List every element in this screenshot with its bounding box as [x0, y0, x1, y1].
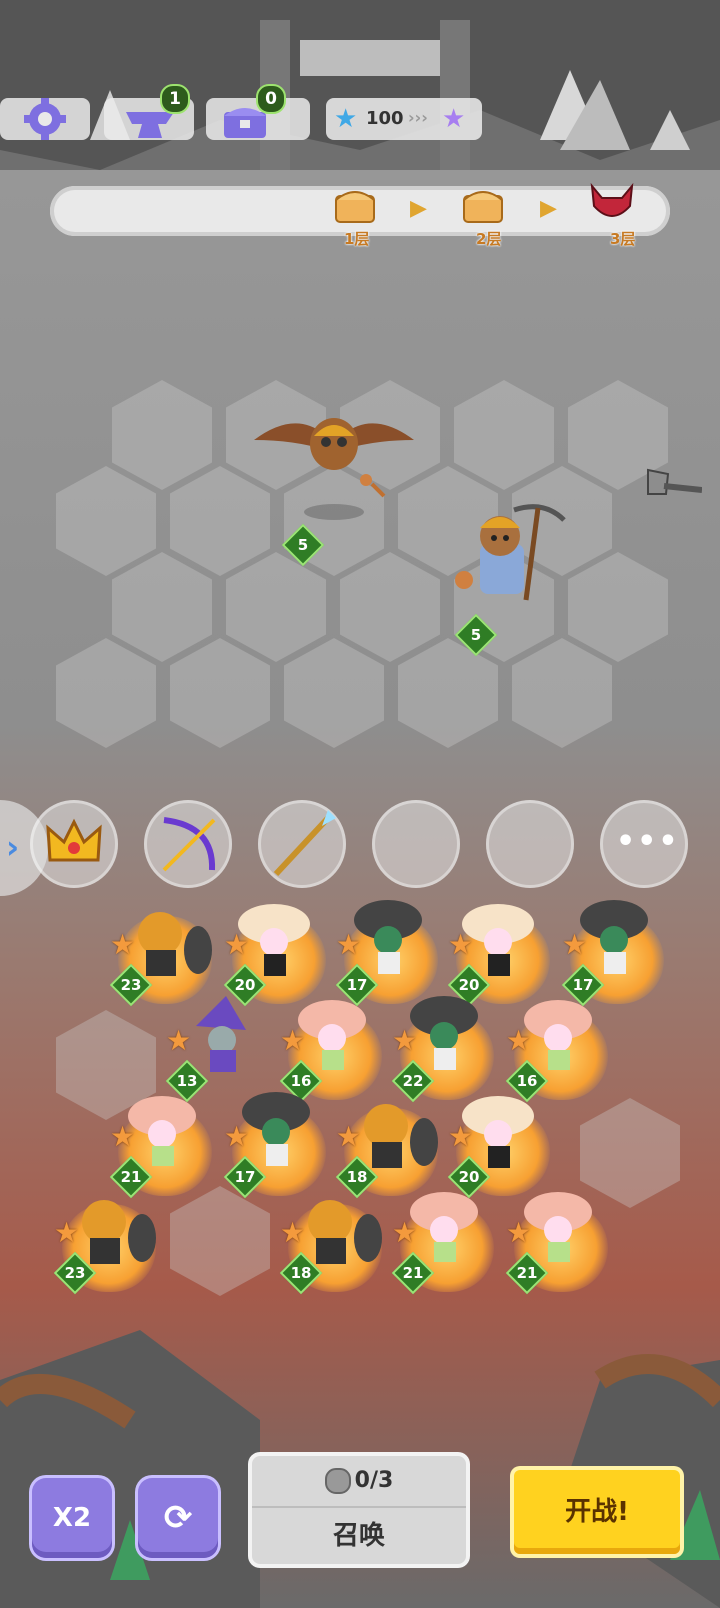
star-icon: ★: [280, 1216, 306, 1249]
floor-2-label: 2层: [476, 230, 502, 248]
hero-unit[interactable]: ★ 20: [447, 894, 558, 1007]
hero-unit[interactable]: ★ 18: [279, 1182, 390, 1295]
star-icon: ★: [54, 1216, 80, 1249]
start-battle-button[interactable]: 开战!: [514, 1470, 680, 1554]
refresh-button[interactable]: ⟳: [138, 1478, 218, 1558]
gear-icon: [24, 98, 66, 140]
crown-icon: [46, 818, 102, 862]
floor-3-label: 3层: [610, 230, 636, 248]
chevron-right-icon: ›: [6, 828, 20, 866]
settings-button[interactable]: [0, 98, 90, 140]
chest-count-badge: 0: [256, 84, 286, 114]
shovel-prop: [647, 468, 702, 495]
spear-icon: [273, 810, 336, 877]
coin-icon: [324, 1468, 351, 1494]
hero-unit[interactable]: ★ 20: [223, 894, 334, 1007]
bat-miner-enemy[interactable]: [254, 400, 434, 520]
bow-icon: [162, 817, 216, 872]
hero-unit[interactable]: ★ 17: [561, 894, 672, 1007]
item-slot-bow[interactable]: [144, 800, 232, 888]
star-icon: ★: [392, 1024, 418, 1057]
star-icon: ★: [392, 1216, 418, 1249]
star-icon: ★: [448, 1120, 474, 1153]
arrows-icon: ›››: [408, 108, 428, 127]
hero-unit[interactable]: ★ 22: [391, 990, 502, 1103]
hero-unit[interactable]: ★ 20: [447, 1086, 558, 1199]
star-icon: ★: [506, 1024, 532, 1057]
anvil-count-badge: 1: [160, 84, 190, 114]
floor-1-label: 1层: [344, 230, 370, 248]
item-slot-spear[interactable]: [258, 800, 346, 888]
hero-unit[interactable]: ★ 18: [335, 1086, 446, 1199]
star-icon: ★: [280, 1024, 306, 1057]
hero-unit[interactable]: ★ 21: [505, 1182, 616, 1295]
floor-1-chest-icon: [335, 191, 375, 223]
hero-unit[interactable]: ★ 17: [223, 1086, 334, 1199]
more-icon: •••: [616, 824, 680, 859]
refresh-icon: ⟳: [163, 1498, 193, 1538]
more-items-button[interactable]: •••: [600, 800, 688, 888]
hero-unit[interactable]: ★ 16: [505, 990, 616, 1103]
hero-level: 21: [516, 1264, 538, 1282]
hero-level: 21: [402, 1264, 424, 1282]
summon-count: 0/3: [354, 1468, 394, 1493]
star-icon: ★: [336, 928, 362, 961]
chest-button[interactable]: 0: [206, 84, 310, 140]
hero-level: 17: [234, 1168, 256, 1186]
summon-button[interactable]: 0/3 召唤: [252, 1456, 466, 1564]
hero-unit[interactable]: ★ 21: [391, 1182, 502, 1295]
game-scene: 1 0 ★ 100 ››› ★ ▶ ▶ 1层 2层 3层 5 5 › ••• ★…: [0, 0, 720, 1608]
star-icon: ★: [224, 1120, 250, 1153]
speed-x2-button[interactable]: X2: [32, 1478, 112, 1558]
hero-level: 23: [120, 976, 142, 994]
purple-star-icon: ★: [442, 104, 466, 134]
star-icon: ★: [334, 104, 358, 134]
star-icon: ★: [110, 928, 136, 961]
bear-miner-enemy[interactable]: [454, 500, 574, 620]
star-icon: ★: [336, 1120, 362, 1153]
boss-helmet-icon: [590, 182, 634, 217]
anvil-button[interactable]: 1: [104, 84, 194, 140]
hero-level: 23: [64, 1264, 86, 1282]
star-icon: ★: [224, 928, 250, 961]
hero-unit[interactable]: ★ 23: [53, 1182, 164, 1295]
item-slot-empty[interactable]: [486, 800, 574, 888]
summon-cost: 0/3: [252, 1456, 466, 1508]
hero-unit[interactable]: ★ 17: [335, 894, 446, 1007]
floor-2-chest-icon: [463, 191, 503, 223]
star-icon: ★: [110, 1120, 136, 1153]
item-slot-crown[interactable]: [30, 800, 118, 888]
hero-unit[interactable]: ★ 16: [279, 990, 390, 1103]
arrow-icon: ▶: [540, 196, 557, 221]
star-icon: ★: [506, 1216, 532, 1249]
star-icon: ★: [166, 1024, 192, 1057]
summon-label: 召唤: [332, 1521, 385, 1551]
hero-unit[interactable]: ★ 13: [165, 990, 276, 1103]
item-slot-empty[interactable]: [372, 800, 460, 888]
hero-unit[interactable]: ★ 23: [109, 894, 220, 1007]
hero-unit[interactable]: ★ 21: [109, 1086, 220, 1199]
arrow-icon: ▶: [410, 196, 427, 221]
star-count: 100: [366, 108, 404, 129]
hero-level: 18: [290, 1264, 312, 1282]
star-progress-pill[interactable]: ★ 100 ››› ★: [326, 98, 482, 140]
star-icon: ★: [448, 928, 474, 961]
star-icon: ★: [562, 928, 588, 961]
